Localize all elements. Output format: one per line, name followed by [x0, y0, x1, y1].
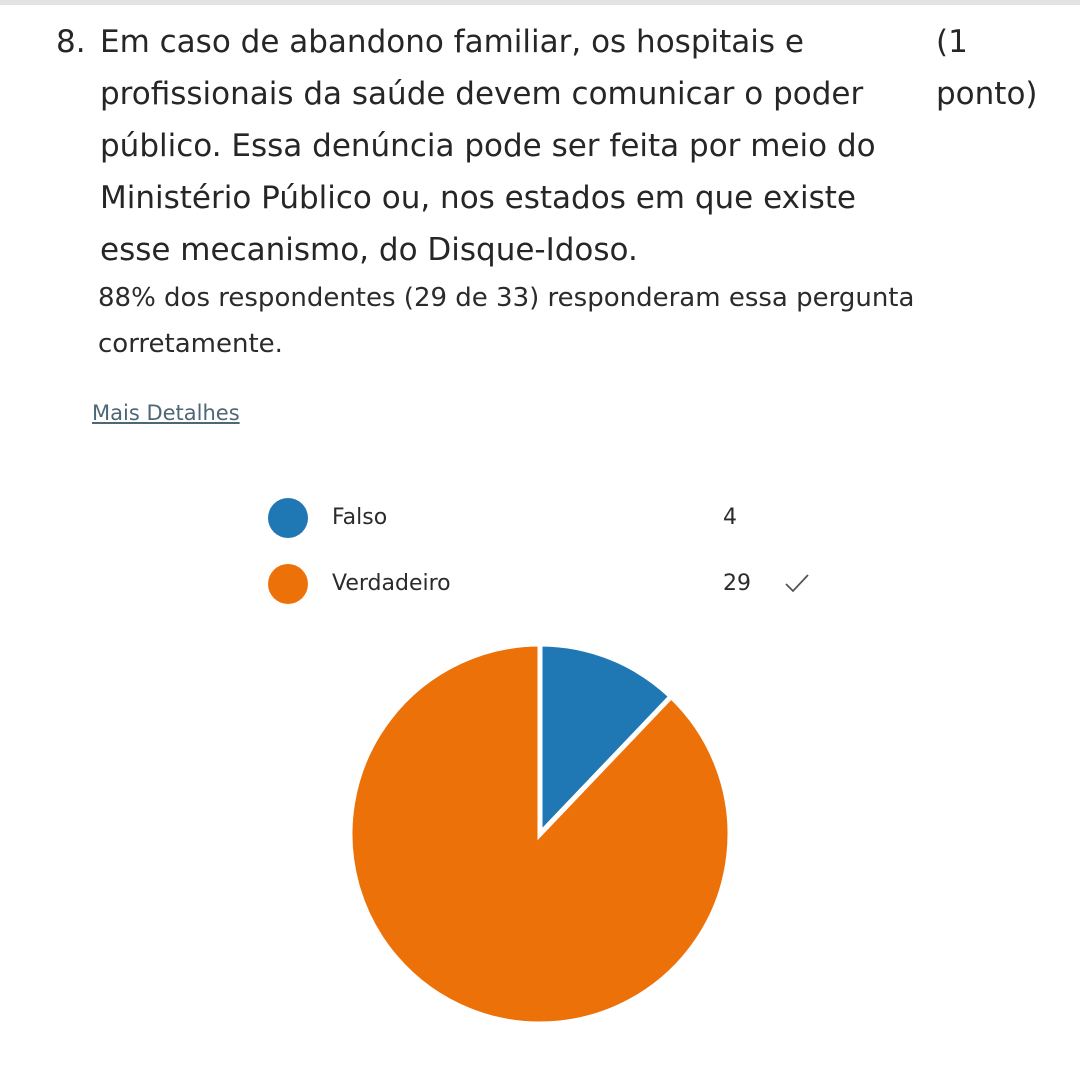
result-summary: 88% dos respondentes (29 de 33) responde…	[98, 283, 915, 359]
question-text: Em caso de abandono familiar, os hospita…	[100, 24, 876, 268]
pie-slice-verdadeiro	[347, 641, 733, 1027]
legend-count: 29	[723, 571, 751, 596]
check-icon	[785, 574, 809, 593]
legend-label: Falso	[332, 505, 388, 530]
legend-item-verdadeiro: Verdadeiro 29	[268, 564, 868, 604]
more-details-link[interactable]: Mais Detalhes	[92, 398, 240, 428]
top-divider	[0, 0, 1080, 5]
legend-label: Verdadeiro	[332, 571, 451, 596]
question-number: 8.	[56, 24, 86, 60]
pie-chart	[347, 641, 733, 1027]
question-points: (1 ponto)	[936, 24, 1038, 112]
legend-swatch-falso	[268, 498, 308, 538]
legend-count: 4	[723, 505, 737, 530]
legend-swatch-verdadeiro	[268, 564, 308, 604]
legend-item-falso: Falso 4	[268, 498, 868, 538]
